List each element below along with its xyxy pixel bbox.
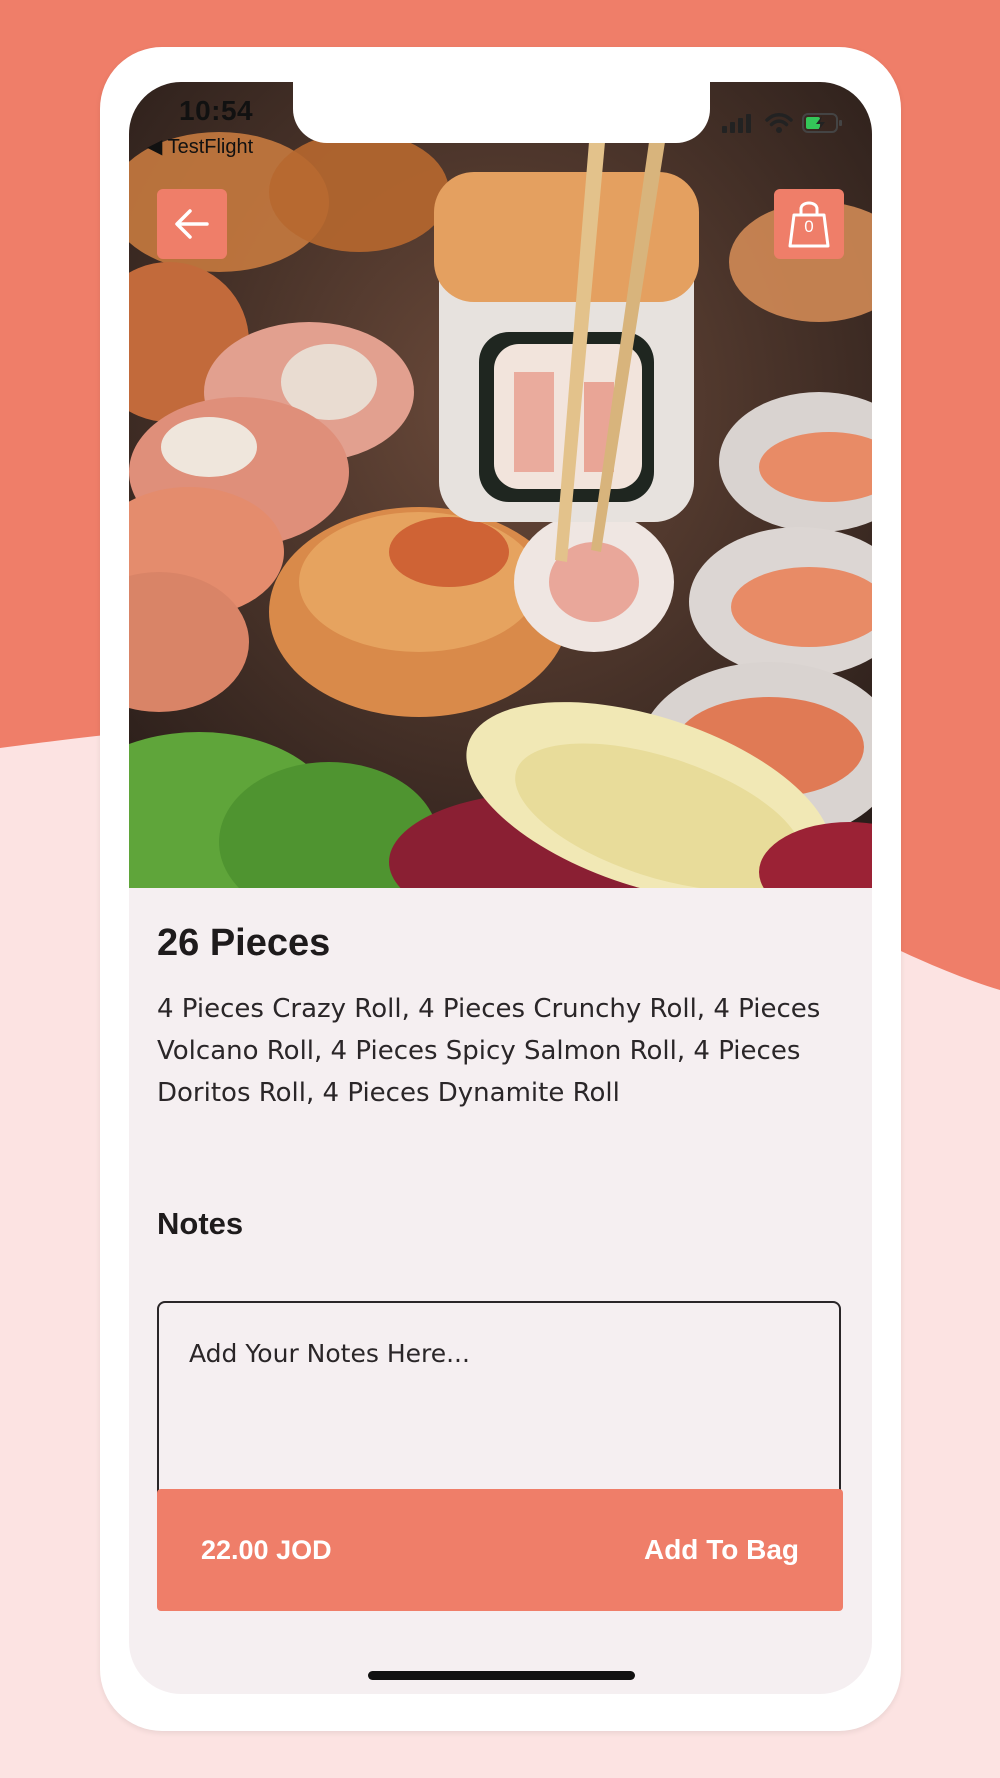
back-button[interactable] [157,189,227,259]
status-time: 10:54 [179,95,254,126]
app-screen: 10:54 ◀ TestFlight 0 26 Pieces 4 Pieces … [129,82,872,1694]
battery-icon [802,113,842,133]
price-label: 22.00 JOD [201,1534,332,1565]
notes-input[interactable] [157,1301,841,1501]
notes-heading: Notes [157,1206,244,1241]
testflight-back-link[interactable]: ◀ TestFlight [147,134,253,159]
product-title: 26 Pieces [157,922,331,964]
status-indicators [722,112,844,134]
product-description: 4 Pieces Crazy Roll, 4 Pieces Crunchy Ro… [157,994,821,1108]
cart-button[interactable]: 0 [774,189,844,259]
product-image [129,82,872,888]
add-to-bag-button[interactable]: Add To Bag [644,1534,799,1566]
cart-count-badge: 0 [804,217,814,236]
add-to-bag-bar[interactable]: 22.00 JOD Add To Bag [157,1489,843,1611]
wifi-icon [765,113,793,133]
arrow-left-icon [175,209,209,239]
cellular-signal-icon [722,114,751,133]
home-indicator[interactable] [368,1671,635,1680]
device-notch [293,82,710,143]
